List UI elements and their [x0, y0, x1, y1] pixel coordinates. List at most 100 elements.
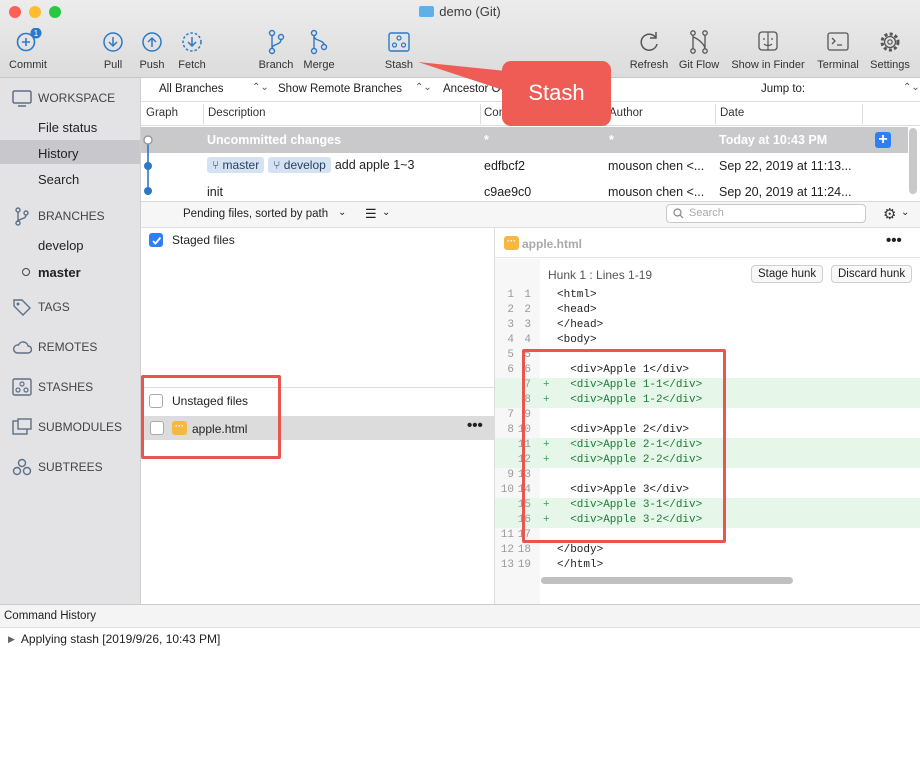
column-divider [862, 104, 863, 124]
sidebar-header-stashes[interactable]: STASHES [12, 378, 93, 396]
pull-label: Pull [103, 59, 123, 71]
checkmark-icon [152, 236, 162, 245]
old-line-number: 8 [507, 424, 514, 436]
sidebar-item-search[interactable]: Search [38, 172, 79, 187]
table-row[interactable]: init c9ae9c0 mouson chen <... Sep 20, 20… [141, 179, 908, 201]
search-icon [673, 208, 684, 219]
branch-button[interactable]: Branch [256, 28, 296, 71]
stash-callout: Stash [502, 61, 611, 126]
commit-description: init [207, 185, 223, 199]
pull-icon [103, 32, 123, 52]
line-content: <html> [557, 289, 597, 301]
new-line-number: 2 [524, 304, 531, 316]
sidebar-item-master[interactable]: master [38, 265, 81, 280]
merge-button[interactable]: Merge [300, 28, 338, 71]
search-input[interactable]: Search [666, 204, 866, 223]
sidebar-header-remotes[interactable]: REMOTES [12, 339, 97, 355]
settings-button[interactable]: Settings [866, 28, 914, 71]
diff-line[interactable]: 3 3 </head> [495, 318, 920, 333]
column-divider [715, 104, 716, 124]
more-options-icon[interactable]: ••• [467, 417, 483, 434]
gear-icon[interactable]: ⚙ [883, 205, 896, 223]
subtrees-label: SUBTREES [38, 460, 103, 474]
add-commit-button[interactable]: + [875, 132, 891, 148]
column-description[interactable]: Description [208, 107, 266, 119]
sidebar-header-workspace[interactable]: WORKSPACE [12, 89, 115, 107]
stash-icon [388, 32, 410, 52]
sidebar-header-submodules[interactable]: SUBMODULES [12, 418, 122, 436]
hunk-header: Hunk 1 : Lines 1-19 [548, 268, 653, 282]
sidebar-header-tags[interactable]: TAGS [12, 298, 70, 316]
push-label: Push [139, 59, 165, 71]
line-content: </head> [557, 319, 604, 331]
stage-hunk-button[interactable]: Stage hunk [751, 265, 824, 283]
old-line-number: 10 [500, 484, 514, 496]
column-divider [203, 104, 204, 124]
old-line-number: 9 [507, 469, 514, 481]
list-view-icon[interactable]: ☰ [365, 206, 377, 222]
command-history-entry-text: Applying stash [2019/9/26, 10:43 PM] [20, 632, 221, 646]
new-line-number: 19 [517, 559, 531, 571]
gear-icon [880, 32, 900, 52]
show-remote-branches-dropdown[interactable]: Show Remote Branches [278, 83, 402, 95]
disclosure-triangle-icon[interactable]: ▶ [8, 634, 15, 645]
branch-tag-develop: ⑂ develop [268, 157, 331, 173]
old-line-number: 11 [500, 529, 514, 541]
finder-label: Show in Finder [731, 59, 805, 71]
terminal-button[interactable]: Terminal [814, 28, 862, 71]
merge-icon [310, 29, 328, 55]
command-history-entry[interactable]: ▶ Applying stash [2019/9/26, 10:43 PM] [8, 632, 220, 646]
diff-horizontal-scrollbar[interactable] [541, 577, 793, 584]
commit-date: Sep 22, 2019 at 11:13... [719, 159, 852, 173]
commit-button[interactable]: 1 Commit [6, 28, 50, 71]
diff-line[interactable]: 12 18 </body> [495, 543, 920, 558]
sidebar-item-file-status[interactable]: File status [38, 120, 97, 135]
more-options-icon[interactable]: ••• [886, 232, 902, 249]
commit-author: mouson chen <... [608, 159, 705, 173]
remotes-label: REMOTES [38, 340, 98, 354]
sidebar-header-subtrees[interactable]: SUBTREES [12, 458, 103, 476]
all-branches-dropdown[interactable]: All Branches [159, 83, 224, 95]
folder-icon [419, 6, 435, 17]
refresh-button[interactable]: Refresh [627, 28, 671, 71]
sidebar-item-develop[interactable]: develop [38, 238, 84, 253]
staged-files-header: Staged files [149, 233, 235, 247]
diff-file-name: apple.html [522, 237, 583, 251]
old-line-number: 1 [507, 289, 514, 301]
jump-to-dropdown[interactable]: Jump to: [761, 83, 805, 95]
commit-hash: * [484, 133, 489, 147]
show-in-finder-button[interactable]: Show in Finder [729, 28, 807, 71]
sort-pending-files-dropdown[interactable]: Pending files, sorted by path [183, 208, 328, 220]
callout-pointer [418, 62, 506, 91]
diff-line[interactable]: 1 1 <html> [495, 288, 920, 303]
column-author[interactable]: Author [609, 107, 643, 119]
sidebar: WORKSPACE File status History Search BRA… [0, 78, 141, 604]
diff-line[interactable]: 2 2 <head> [495, 303, 920, 318]
chevron-updown-icon: ⌃⌄ [903, 82, 920, 93]
staged-files-checkbox[interactable] [149, 233, 163, 247]
commit-icon: 1 [16, 28, 42, 52]
table-row[interactable]: Uncommitted changes * * Today at 10:43 P… [141, 127, 908, 153]
sidebar-item-history[interactable]: History [38, 146, 78, 161]
gitflow-button[interactable]: Git Flow [676, 28, 722, 71]
branch-tag-develop-label: develop [283, 158, 326, 172]
pull-button[interactable]: Pull [98, 28, 128, 71]
monitor-icon [12, 90, 32, 107]
branch-label: Branch [258, 59, 294, 71]
column-date[interactable]: Date [720, 107, 744, 119]
tag-icon [13, 299, 31, 316]
diff-line[interactable]: 4 4 <body> [495, 333, 920, 348]
diff-line[interactable]: 13 19 </html> [495, 558, 920, 573]
table-row[interactable]: ⑂ master ⑂ develop add apple 1~3 edfbcf2 m… [141, 153, 908, 179]
submodule-icon [12, 418, 32, 435]
new-line-number: 3 [524, 319, 531, 331]
push-button[interactable]: Push [136, 28, 168, 71]
discard-hunk-button[interactable]: Discard hunk [831, 265, 913, 283]
column-graph[interactable]: Graph [146, 107, 178, 119]
history-scrollbar[interactable] [909, 128, 917, 194]
fetch-label: Fetch [178, 59, 206, 71]
fetch-button[interactable]: Fetch [175, 28, 209, 71]
sidebar-header-branches[interactable]: BRANCHES [12, 206, 105, 226]
commit-author: * [609, 133, 614, 147]
old-line-number: 7 [507, 409, 514, 421]
